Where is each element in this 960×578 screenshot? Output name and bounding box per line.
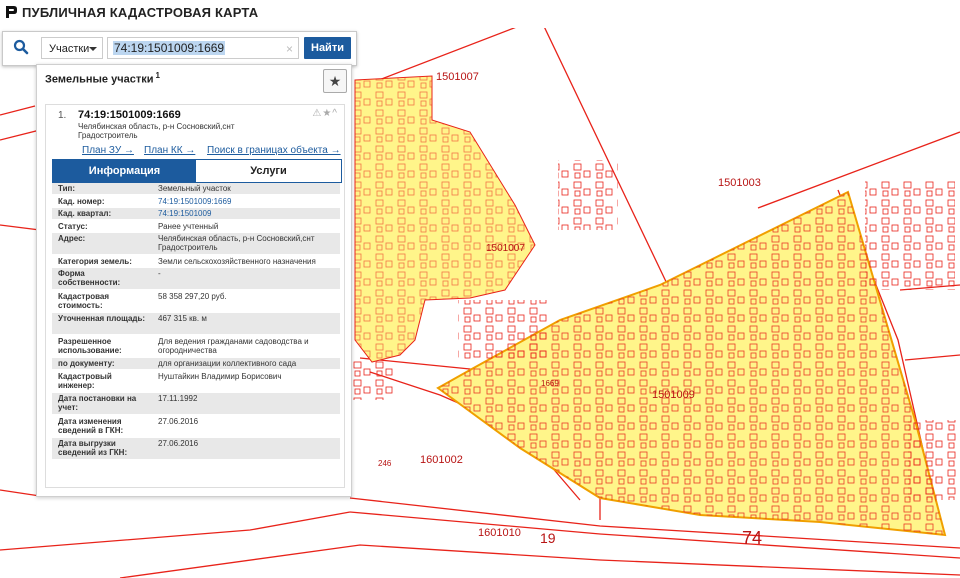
- info-row-value: Земельный участок: [158, 184, 231, 193]
- info-row: Разрешенное использование: Для ведения гр…: [52, 336, 340, 357]
- info-row: Тип: Земельный участок: [52, 183, 340, 194]
- info-row-value: для организации коллективного сада: [158, 359, 297, 368]
- results-count: 1: [155, 71, 160, 80]
- label-1669: 1669: [541, 379, 559, 388]
- result-card: 1. 74:19:1501009:1669 ⚠★^ Челябинская об…: [45, 104, 345, 488]
- search-icon[interactable]: [13, 39, 29, 55]
- card-tools-icon[interactable]: ⚠★^: [312, 108, 338, 119]
- info-row-value: Ранее учтенный: [158, 221, 219, 231]
- label-1501009: 1501009: [652, 389, 695, 401]
- panel-title-text: Земельные участки: [45, 73, 154, 86]
- info-row-key: Дата выгрузки сведений из ГКН:: [58, 439, 128, 457]
- search-bar: Участки 74:19:1501009:1669 × Найти: [2, 31, 357, 66]
- info-row: Статус: Ранее учтенный: [52, 221, 340, 232]
- plan-zu-link[interactable]: План ЗУ →: [82, 145, 134, 156]
- info-row-key: Разрешенное использование:: [58, 336, 122, 355]
- info-row: Кадастровая стоимость: 58 358 297,20 руб.: [52, 291, 340, 312]
- search-type-select[interactable]: Участки: [41, 37, 103, 59]
- label-74: 74: [742, 528, 762, 548]
- results-panel: Земельные участки 1 ★ 1. 74:19:1501009:16…: [36, 64, 352, 497]
- info-row-key: Уточненная площадь:: [58, 314, 146, 323]
- info-row-link[interactable]: 74:19:1501009: [158, 209, 336, 218]
- label-1601002: 1601002: [420, 454, 463, 466]
- info-row-key: Дата постановки на учет:: [58, 394, 137, 412]
- info-row-key: Дата изменения сведений в ГКН:: [58, 416, 124, 435]
- label-1501003: 1501003: [718, 177, 761, 189]
- info-row-key: Адрес:: [58, 234, 86, 243]
- info-row-value: 17.11.1992: [158, 394, 198, 403]
- info-row: Кад. квартал: 74:19:1501009: [52, 208, 340, 219]
- chevron-down-icon: [89, 47, 97, 51]
- panel-title: Земельные участки 1: [45, 71, 160, 86]
- info-row-key: Категория земель:: [58, 256, 132, 266]
- label-1501007-mid: 1501007: [486, 243, 525, 254]
- label-246: 246: [378, 459, 392, 468]
- label-1501007-top: 1501007: [436, 71, 479, 83]
- find-button[interactable]: Найти: [304, 37, 351, 59]
- app-title: ПУБЛИЧНАЯ КАДАСТРОВАЯ КАРТА: [22, 5, 259, 20]
- app-header: ПУБЛИЧНАЯ КАДАСТРОВАЯ КАРТА: [0, 0, 960, 28]
- search-query-text: 74:19:1501009:1669: [113, 41, 226, 55]
- info-row-key: Форма собственности:: [58, 269, 121, 287]
- info-row-link[interactable]: 74:19:1501009:1669: [158, 197, 336, 206]
- address-short: Челябинская область, р-н Сосновский,снт …: [78, 122, 235, 140]
- result-tabs: Информация Услуги: [52, 159, 342, 183]
- info-row-key: Тип:: [58, 184, 75, 193]
- plan-kk-link[interactable]: План КК →: [144, 145, 195, 156]
- info-row-key: по документу:: [58, 359, 115, 368]
- info-row-value: Нуштайкин Владимир Борисович: [158, 371, 282, 381]
- info-row-key: Кад. квартал:: [58, 209, 112, 218]
- info-row-value: Для ведения гражданами садоводства и ого…: [158, 336, 309, 355]
- clear-icon[interactable]: ×: [286, 39, 293, 59]
- logo-icon: [6, 6, 17, 18]
- info-row: Уточненная площадь: 467 315 кв. м: [52, 313, 340, 334]
- info-row: Категория земель: Земли сельскохозяйствен…: [52, 256, 340, 267]
- result-index: 1.: [58, 110, 67, 121]
- info-row-key: Кадастровая стоимость:: [58, 291, 110, 310]
- favorites-button[interactable]: ★: [323, 69, 347, 93]
- info-row: Кадастровый инженер: Нуштайкин Владимир Б…: [52, 371, 340, 392]
- search-type-label: Участки: [49, 43, 90, 55]
- info-row: Дата выгрузки сведений из ГКН: 27.06.2016: [52, 438, 340, 459]
- info-row-value: 58 358 297,20 руб.: [158, 291, 227, 301]
- label-1601010: 1601010: [478, 527, 521, 539]
- info-row: Дата постановки на учет: 17.11.1992: [52, 393, 340, 414]
- info-row-value: Челябинская область, р-н Сосновский,снт …: [158, 234, 315, 252]
- tab-services[interactable]: Услуги: [196, 160, 341, 182]
- info-row-value: -: [158, 269, 161, 278]
- search-in-bounds-link[interactable]: Поиск в границах объекта →: [207, 145, 341, 156]
- info-row: по документу: для организации коллективно…: [52, 358, 340, 369]
- tab-info[interactable]: Информация: [53, 160, 196, 182]
- search-input[interactable]: 74:19:1501009:1669 ×: [107, 37, 299, 59]
- info-row-value: 467 315 кв. м: [158, 314, 207, 323]
- info-row-value: 27.06.2016: [158, 416, 199, 426]
- cad-number-title[interactable]: 74:19:1501009:1669: [78, 109, 181, 121]
- info-row: Кад. номер: 74:19:1501009:1669: [52, 196, 340, 207]
- label-19: 19: [540, 530, 556, 546]
- info-row-value: Земли сельскохозяйственного назначения: [158, 256, 316, 266]
- info-row-key: Статус:: [58, 221, 88, 231]
- info-row-key: Кадастровый инженер:: [58, 371, 112, 390]
- info-row: Дата изменения сведений в ГКН: 27.06.2016: [52, 416, 340, 437]
- info-row-key: Кад. номер:: [58, 196, 105, 206]
- info-row: Адрес: Челябинская область, р-н Сосновски…: [52, 233, 340, 254]
- info-row-value: 27.06.2016: [158, 439, 199, 448]
- info-row: Форма собственности: -: [52, 268, 340, 289]
